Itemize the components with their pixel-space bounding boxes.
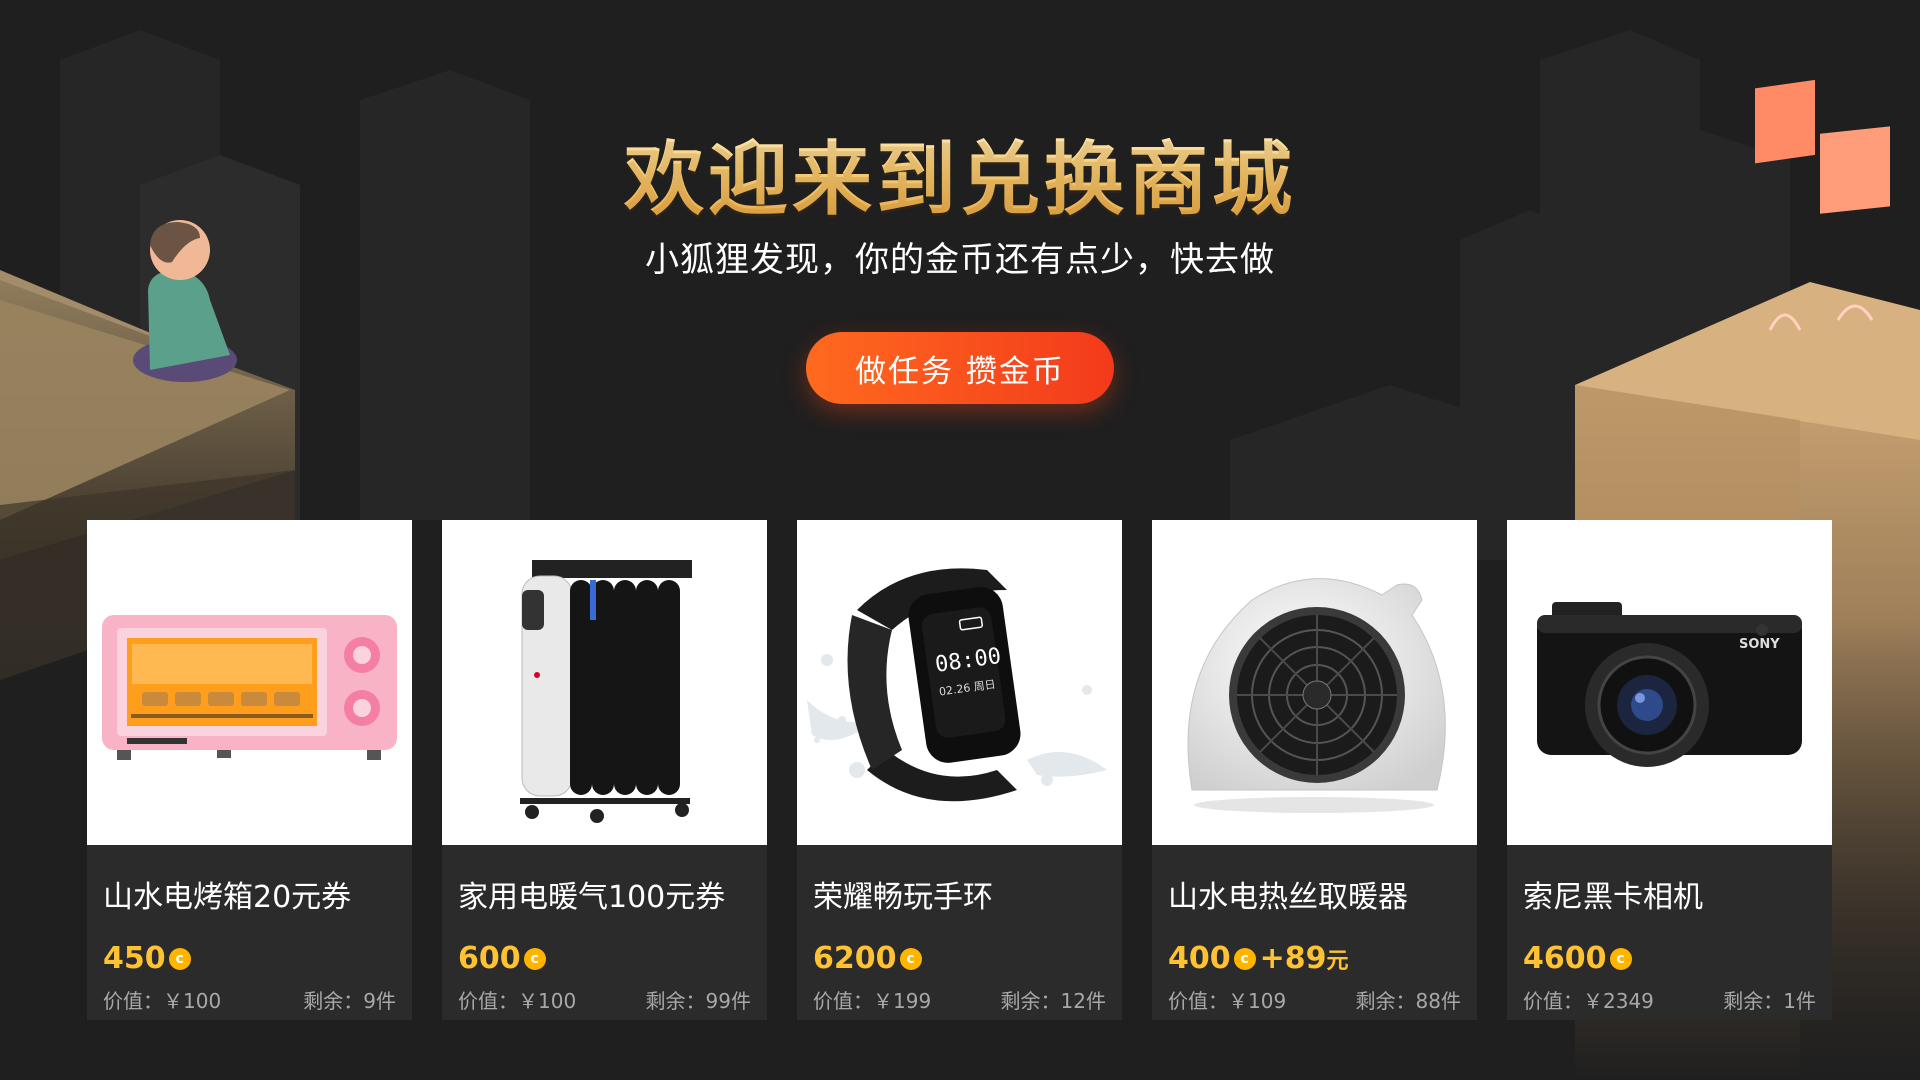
product-name: 家用电暖气100元券 (458, 880, 726, 915)
camera-icon: SONY (1537, 602, 1802, 767)
product-meta: 价值：￥199 剩余：12件 (813, 985, 1106, 1014)
product-stock: 剩余：1件 (1723, 989, 1816, 1013)
product-card[interactable]: 山水电烤箱20元券 450 c 价值：￥100 剩余：9件 (87, 520, 412, 1020)
product-image (1152, 520, 1477, 845)
product-image (442, 520, 767, 845)
price-extra-cash: +89元 (1259, 941, 1349, 976)
product-price: 6200 c (813, 941, 926, 976)
oil-heater-icon (520, 560, 692, 823)
product-stock: 剩余：88件 (1355, 989, 1461, 1013)
product-value: 价值：￥109 (1168, 989, 1287, 1013)
product-stock: 剩余：99件 (645, 989, 751, 1013)
price-value: 600 (458, 941, 521, 976)
product-meta: 价值：￥100 剩余：9件 (103, 985, 396, 1014)
page-subtitle: 小狐狸发现，你的金币还有点少，快去做 (645, 240, 1275, 280)
coin-icon: c (523, 947, 546, 970)
product-meta: 价值：￥2349 剩余：1件 (1523, 985, 1816, 1014)
product-name: 山水电烤箱20元券 (103, 880, 352, 915)
product-name: 山水电热丝取暖器 (1168, 880, 1408, 915)
coin-icon: c (899, 947, 922, 970)
product-image (87, 520, 412, 845)
product-meta: 价值：￥109 剩余：88件 (1168, 985, 1461, 1014)
coin-icon: c (168, 947, 191, 970)
fan-heater-icon (1187, 578, 1446, 813)
product-meta: 价值：￥100 剩余：99件 (458, 985, 751, 1014)
product-name: 荣耀畅玩手环 (813, 880, 993, 915)
product-image: SONY (1507, 520, 1832, 845)
page-title: 欢迎来到兑换商城 (0, 115, 1920, 231)
toaster-oven-icon (102, 615, 397, 760)
product-price: 400 c +89元 (1168, 941, 1349, 976)
price-value: 400 (1168, 941, 1231, 976)
price-value: 450 (103, 941, 166, 976)
coin-icon: c (1609, 947, 1632, 970)
product-price: 4600 c (1523, 941, 1636, 976)
product-price: 600 c (458, 941, 550, 976)
product-value: 价值：￥2349 (1523, 989, 1654, 1013)
product-name: 索尼黑卡相机 (1523, 880, 1703, 915)
coin-icon: c (1233, 947, 1256, 970)
price-value: 6200 (813, 941, 897, 976)
product-value: 价值：￥100 (458, 989, 577, 1013)
product-card[interactable]: 家用电暖气100元券 600 c 价值：￥100 剩余：99件 (442, 520, 767, 1020)
product-list: 山水电烤箱20元券 450 c 价值：￥100 剩余：9件 家用电暖气100元券… (87, 520, 1832, 1020)
smart-band-icon: 08:00 02.26 周日 (807, 568, 1107, 802)
product-image: 08:00 02.26 周日 (797, 520, 1122, 845)
camera-brand: SONY (1739, 637, 1780, 652)
do-tasks-earn-coins-button[interactable]: 做任务 攒金币 (806, 332, 1114, 404)
product-stock: 剩余：12件 (1000, 989, 1106, 1013)
product-card[interactable]: 08:00 02.26 周日 荣耀畅玩手环 6200 c 价值：￥199 剩余：… (797, 520, 1122, 1020)
product-value: 价值：￥100 (103, 989, 222, 1013)
product-price: 450 c (103, 941, 195, 976)
product-value: 价值：￥199 (813, 989, 932, 1013)
price-value: 4600 (1523, 941, 1607, 976)
product-card[interactable]: 山水电热丝取暖器 400 c +89元 价值：￥109 剩余：88件 (1152, 520, 1477, 1020)
product-stock: 剩余：9件 (303, 989, 396, 1013)
product-card[interactable]: SONY 索尼黑卡相机 4600 c 价值：￥2349 剩余：1件 (1507, 520, 1832, 1020)
